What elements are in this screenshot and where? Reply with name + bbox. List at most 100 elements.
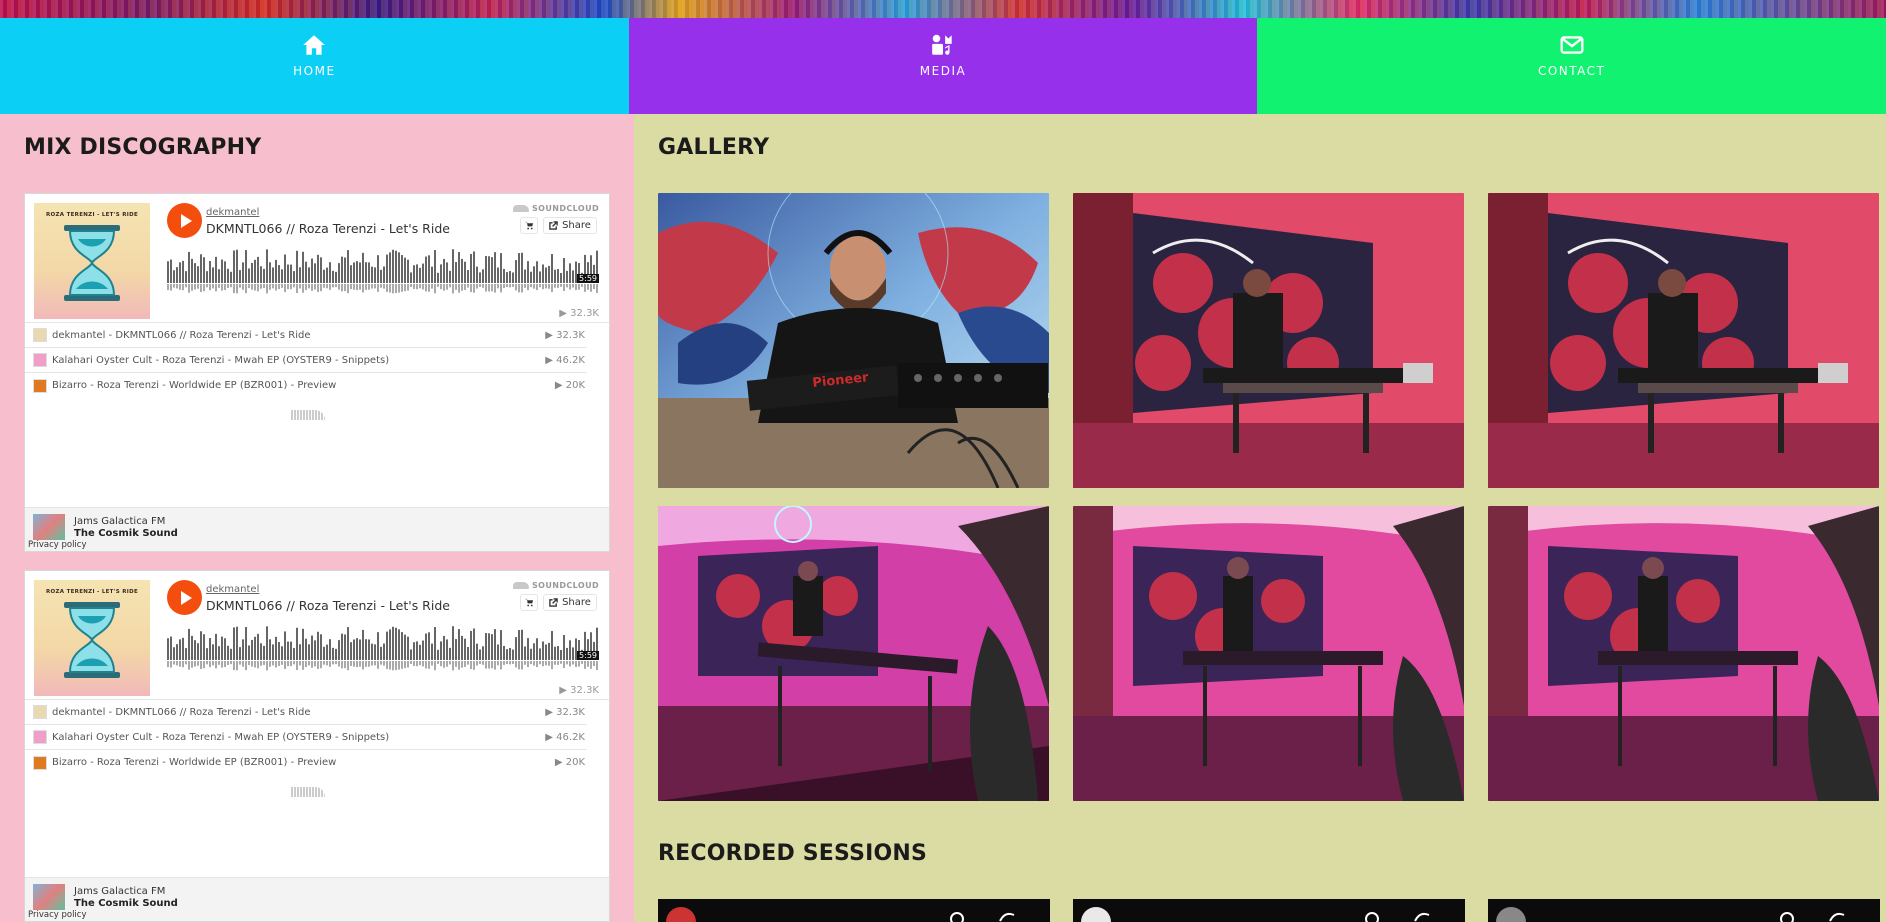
dj-photo-image (1488, 193, 1879, 488)
nav-home-label: HOME (293, 64, 336, 78)
album-artwork[interactable]: ROZA TERENZI - LET'S RIDE (34, 203, 150, 319)
waveform[interactable]: 5:59 (167, 626, 599, 672)
play-count: ▶ 32.3K (559, 308, 599, 319)
buy-button[interactable] (520, 217, 538, 234)
list-item-count: ▶ 20K (554, 757, 585, 768)
soundcloud-cloud-icon (512, 205, 529, 212)
nav-media-label: MEDIA (919, 64, 967, 78)
tracklist: dekmantel - DKMNTL066 // Roza Terenzi - … (25, 699, 609, 775)
video-embed[interactable] (1488, 899, 1880, 922)
nav-contact-label: CONTACT (1537, 64, 1606, 78)
list-item-count: ▶ 32.3K (545, 706, 585, 718)
video-controls (1780, 912, 1845, 922)
list-item-count: ▶ 32.3K (545, 329, 585, 341)
video-embed[interactable] (658, 899, 1050, 922)
list-item-title: Kalahari Oyster Cult - Roza Terenzi - Mw… (52, 354, 390, 366)
nav-media[interactable]: MEDIA (628, 18, 1258, 114)
tracklist: dekmantel - DKMNTL066 // Roza Terenzi - … (25, 322, 609, 398)
soundcloud-small-logo (291, 404, 325, 420)
gallery-photo[interactable]: Pioneer (658, 193, 1049, 488)
track-thumbnail (33, 755, 47, 770)
cart-icon (524, 598, 533, 607)
channel-avatar[interactable] (666, 907, 696, 922)
nav-home[interactable]: HOME (0, 18, 629, 114)
video-embed[interactable] (1073, 899, 1465, 922)
share-label: Share (562, 597, 591, 608)
widget-footer: Jams Galactica FM The Cosmik Sound Priva… (25, 507, 609, 551)
media-icon (932, 34, 952, 55)
playlist-thumbnail[interactable] (33, 514, 65, 540)
cart-icon (524, 221, 533, 230)
uploader-link[interactable]: dekmantel (206, 584, 259, 595)
track-duration: 5:59 (577, 274, 599, 283)
share-icon (549, 598, 558, 607)
play-button[interactable] (167, 580, 202, 615)
list-item[interactable]: Kalahari Oyster Cult - Roza Terenzi - Mw… (25, 725, 587, 750)
dj-photo-image (1488, 506, 1879, 801)
list-item[interactable]: Bizarro - Roza Terenzi - Worldwide EP (B… (25, 750, 587, 775)
soundcloud-logo[interactable]: SOUNDCLOUD (512, 581, 599, 590)
track-thumbnail (33, 328, 47, 342)
list-item-title: dekmantel - DKMNTL066 // Roza Terenzi - … (52, 706, 311, 718)
list-item-title: Kalahari Oyster Cult - Roza Terenzi - Mw… (52, 731, 390, 743)
album-artwork[interactable]: ROZA TERENZI - LET'S RIDE (34, 580, 150, 696)
footer-user[interactable]: Jams Galactica FM (74, 516, 165, 527)
share-icon (549, 221, 558, 230)
footer-playlist[interactable]: The Cosmik Sound (74, 898, 178, 909)
list-item[interactable]: Bizarro - Roza Terenzi - Worldwide EP (B… (25, 373, 587, 398)
privacy-policy-link[interactable]: Privacy policy (28, 540, 87, 550)
gallery-photo[interactable] (1488, 506, 1879, 801)
share-label: Share (562, 220, 591, 231)
soundcloud-brand-label: SOUNDCLOUD (531, 204, 599, 213)
channel-avatar[interactable] (1081, 907, 1111, 922)
hourglass-art (64, 602, 120, 678)
soundcloud-header: ROZA TERENZI - LET'S RIDE dekmantel DKMN… (25, 194, 609, 322)
gallery-photo[interactable] (658, 506, 1049, 801)
soundcloud-widget[interactable]: ROZA TERENZI - LET'S RIDE dekmantel DKMN… (24, 193, 610, 552)
psychedelic-banner-strip (0, 0, 1886, 18)
home-icon (303, 35, 326, 55)
track-thumbnail (33, 353, 47, 367)
list-item-count: ▶ 46.2K (545, 354, 585, 366)
track-title[interactable]: DKMNTL066 // Roza Terenzi - Let's Ride (206, 221, 450, 236)
recorded-sessions-title: RECORDED SESSIONS (658, 841, 928, 866)
buy-button[interactable] (520, 594, 538, 611)
footer-playlist[interactable]: The Cosmik Sound (74, 528, 178, 539)
list-item[interactable]: Kalahari Oyster Cult - Roza Terenzi - Mw… (25, 348, 587, 373)
list-item[interactable]: dekmantel - DKMNTL066 // Roza Terenzi - … (25, 323, 587, 348)
waveform-bars (167, 626, 598, 671)
track-thumbnail (33, 730, 47, 744)
soundcloud-widget[interactable]: ROZA TERENZI - LET'S RIDE dekmantel DKMN… (24, 570, 610, 922)
list-item[interactable]: dekmantel - DKMNTL066 // Roza Terenzi - … (25, 700, 587, 725)
playlist-thumbnail[interactable] (33, 884, 65, 910)
gallery-photo[interactable] (1488, 193, 1879, 488)
play-button[interactable] (167, 203, 202, 238)
share-button[interactable]: Share (543, 594, 597, 611)
nav-contact[interactable]: CONTACT (1257, 18, 1886, 114)
list-item-count: ▶ 20K (554, 380, 585, 391)
widget-footer: Jams Galactica FM The Cosmik Sound Priva… (25, 877, 609, 921)
hourglass-art (64, 225, 120, 301)
share-button[interactable]: Share (543, 217, 597, 234)
video-controls (950, 912, 1015, 922)
list-item-count: ▶ 46.2K (545, 731, 585, 743)
gallery-photo[interactable] (1073, 506, 1464, 801)
gallery-photo[interactable] (1073, 193, 1464, 488)
footer-user[interactable]: Jams Galactica FM (74, 886, 165, 897)
channel-avatar[interactable] (1496, 907, 1526, 922)
waveform-bars (167, 249, 598, 294)
privacy-policy-link[interactable]: Privacy policy (28, 910, 87, 920)
list-item-title: Bizarro - Roza Terenzi - Worldwide EP (B… (52, 380, 337, 391)
dj-photo-image (1073, 193, 1464, 488)
waveform[interactable]: 5:59 (167, 249, 599, 295)
gallery-title: GALLERY (658, 135, 770, 160)
media-section: GALLERY Pioneer RECORDED SESSIONS (634, 114, 1886, 922)
uploader-link[interactable]: dekmantel (206, 207, 259, 218)
list-item-title: dekmantel - DKMNTL066 // Roza Terenzi - … (52, 329, 311, 341)
soundcloud-small-logo (291, 781, 325, 797)
dj-photo-image (658, 506, 1049, 801)
track-duration: 5:59 (577, 651, 599, 660)
track-title[interactable]: DKMNTL066 // Roza Terenzi - Let's Ride (206, 598, 450, 613)
dj-photo-image (1073, 506, 1464, 801)
soundcloud-logo[interactable]: SOUNDCLOUD (512, 204, 599, 213)
